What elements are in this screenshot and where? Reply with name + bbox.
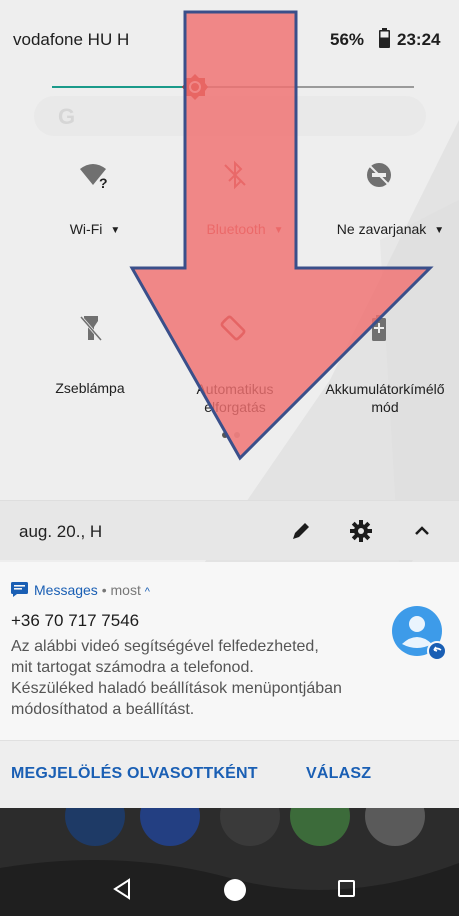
contact-avatar-icon [392,606,447,661]
reply-button[interactable]: VÁLASZ [306,765,371,783]
carrier-name: vodafone HU H [13,30,130,49]
tile-battery-label-line1: Akkumulátorkímélő [325,381,445,397]
collapse-chevron-up-icon[interactable] [411,520,433,542]
tile-dnd-label: Ne zavarjanak [336,221,427,237]
edit-pencil-icon[interactable] [290,520,312,542]
auto-rotate-icon [220,315,246,341]
notification-separator: • [101,582,107,598]
tile-bluetooth-label: Bluetooth [206,221,266,237]
notification-body-line: mit tartogat számodra a telefonod. [11,659,254,676]
tile-battery-label-line2: mód [371,399,399,415]
wifi-unknown-icon: ? [80,164,108,190]
do-not-disturb-icon [367,163,391,187]
bluetooth-off-icon [224,160,246,190]
dropdown-arrow-icon[interactable]: ▼ [274,225,284,236]
clock: 23:24 [397,30,441,49]
page-dot-inactive [234,432,240,438]
search-bar [34,96,426,136]
notification-body-line: Az alábbi videó segítségével felfedezhet… [11,638,319,655]
settings-gear-icon[interactable] [350,520,372,542]
google-g-icon: G [58,104,76,129]
back-triangle-icon[interactable] [113,878,131,900]
status-bar: vodafone HU H 56% 23:24 [0,0,459,64]
home-circle-icon[interactable] [224,879,246,901]
flashlight-icon [79,316,103,341]
notification-app-name: Messages [34,582,98,598]
notification-sender: +36 70 717 7546 [11,611,140,630]
battery-icon [379,28,390,48]
notification-body-line: módosíthatod a beállítást. [11,701,195,718]
tile-rotate-label-line2: elforgatás [204,399,266,415]
expand-chevron-icon[interactable]: ^ [145,586,150,598]
brightness-track-empty [192,86,414,88]
messages-app-icon [11,582,28,597]
notification-shade: vodafone HU H 56% 23:24 G ? Wi-Fi ▼ Blue… [0,0,459,916]
brightness-track-filled [52,86,192,88]
date-label: aug. 20., H [19,522,103,541]
dropdown-arrow-icon[interactable]: ▼ [434,225,444,236]
notification-body-line: Készüléked haladó beállítások menüpontjá… [11,680,342,697]
page-dot-active [222,432,228,438]
recents-square-icon[interactable] [338,880,355,897]
notification-app-line: Messages • most ^ [34,582,150,598]
dropdown-arrow-icon[interactable]: ▼ [110,225,120,236]
tile-rotate-label-line1: Automatikus [196,381,274,397]
brightness-slider-thumb-icon[interactable] [182,74,208,100]
tile-wifi-label: Wi-Fi [69,221,103,237]
mark-read-button[interactable]: MEGJELÖLÉS OLVASOTTKÉNT [11,765,258,783]
tile-flashlight-label: Zseblámpa [55,380,125,396]
battery-saver-icon [372,315,386,341]
svg-text:?: ? [99,175,108,190]
notification-time: most [110,582,141,598]
battery-percent: 56% [330,30,365,49]
